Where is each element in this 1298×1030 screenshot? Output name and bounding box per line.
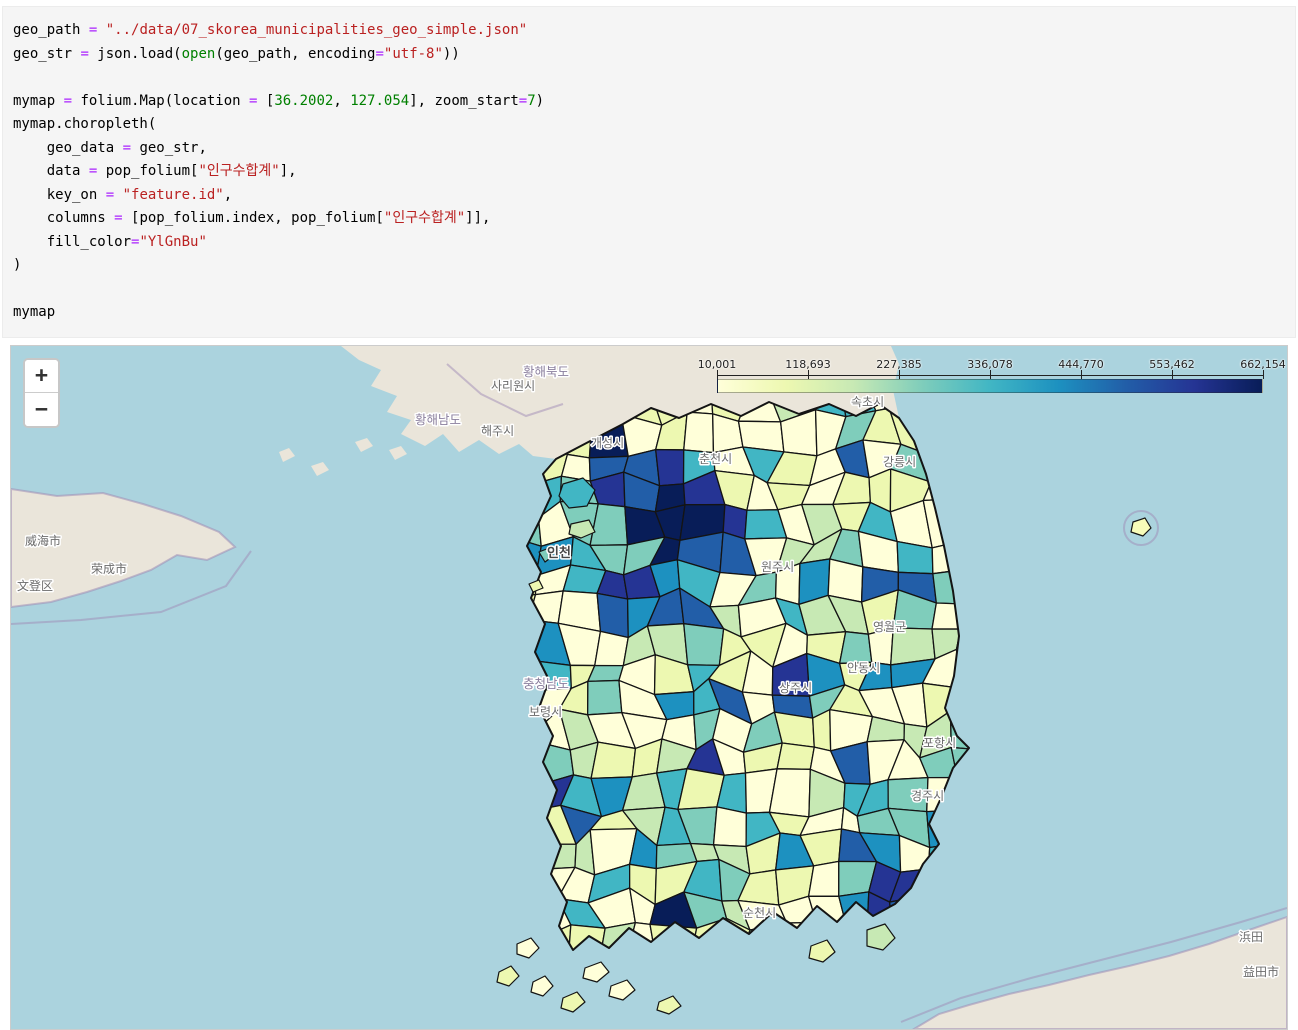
code-line: columns = [pop_folium.index, pop_folium[…: [13, 210, 491, 226]
code-line: geo_path = "../data/07_skorea_municipali…: [13, 22, 528, 38]
map-label: 威海市: [25, 533, 61, 548]
map-label: 개성시: [591, 436, 624, 450]
municipality-region[interactable]: [896, 540, 934, 574]
map-label: 경주시: [911, 789, 944, 803]
zoom-control: + −: [23, 357, 60, 428]
code-line: mymap: [13, 304, 56, 320]
map-label: 상주시: [779, 681, 812, 695]
map-label: 益田市: [1243, 964, 1279, 979]
municipality-region[interactable]: [712, 805, 748, 847]
zoom-out-button[interactable]: −: [25, 392, 58, 426]
municipality-region[interactable]: [838, 630, 873, 664]
municipality-region[interactable]: [587, 679, 623, 715]
legend-color-bar: [717, 378, 1263, 393]
legend-axis-line: [717, 374, 1263, 376]
municipality-region[interactable]: [655, 448, 685, 486]
map-label: 영월군: [873, 620, 906, 634]
map-label: 원주시: [761, 560, 794, 574]
code-line: data = pop_folium["인구수합계"],: [13, 163, 297, 179]
map-label: 荣成市: [91, 561, 127, 576]
map-label: 浜田: [1239, 930, 1263, 944]
code-line: mymap.choropleth(: [13, 116, 157, 132]
zoom-in-button[interactable]: +: [25, 359, 58, 393]
municipality-region[interactable]: [594, 630, 629, 666]
notebook-page: geo_path = "../data/07_skorea_municipali…: [0, 6, 1298, 1030]
choropleth-legend: 10,001 118,693 227,385 336,078 444,770 553,46…: [698, 358, 1286, 400]
municipality-region[interactable]: [776, 741, 815, 770]
map-output[interactable]: 황해북도 사리원시 황해남도 해주시 개성시 속초시 춘천시 강릉시 인천 원주시 威海市 荣成市 文登…: [10, 344, 1288, 1030]
municipality-region[interactable]: [683, 622, 725, 666]
map-label: 충청남도: [523, 676, 569, 691]
code-line: key_on = "feature.id",: [13, 186, 233, 203]
map-label: 황해남도: [415, 412, 461, 427]
map-label: 해주시: [481, 424, 514, 438]
map-label: 인천: [547, 545, 571, 561]
code-line: mymap = folium.Map(location = [36.2002, …: [13, 92, 545, 109]
municipality-region[interactable]: [596, 592, 629, 638]
municipality-region[interactable]: [827, 557, 864, 603]
legend-tick-mark: [1263, 369, 1264, 379]
municipality-region[interactable]: [587, 664, 624, 682]
municipality-region[interactable]: [683, 410, 715, 453]
code-lines: geo_path = "../data/07_skorea_municipali…: [13, 19, 1285, 325]
code-cell[interactable]: geo_path = "../data/07_skorea_municipali…: [2, 6, 1296, 338]
map-label: 강릉시: [883, 455, 916, 469]
municipality-region[interactable]: [590, 740, 637, 779]
map-label: 순천시: [743, 905, 776, 920]
code-line: geo_data = geo_str,: [13, 139, 207, 156]
map-label: 황해북도: [523, 364, 569, 379]
municipality-region[interactable]: [807, 860, 840, 897]
code-line: ): [13, 257, 22, 273]
code-line: fill_color="YlGnBu": [13, 233, 207, 250]
map-label: 춘천시: [699, 451, 732, 466]
map-label: 사리원시: [491, 379, 535, 393]
municipality-region[interactable]: [768, 767, 811, 818]
map-label: 안동시: [847, 661, 880, 675]
choropleth-map[interactable]: 황해북도사리원시황해남도해주시개성시속초시춘천시 강릉시인천원주시威海市荣成市文登…: [11, 345, 1287, 1029]
code-line: geo_str = json.load(open(geo_path, encod…: [13, 45, 460, 62]
map-label: 포항시: [923, 736, 956, 750]
map-label: 文登区: [17, 578, 53, 593]
map-label: 보령시: [529, 705, 562, 719]
